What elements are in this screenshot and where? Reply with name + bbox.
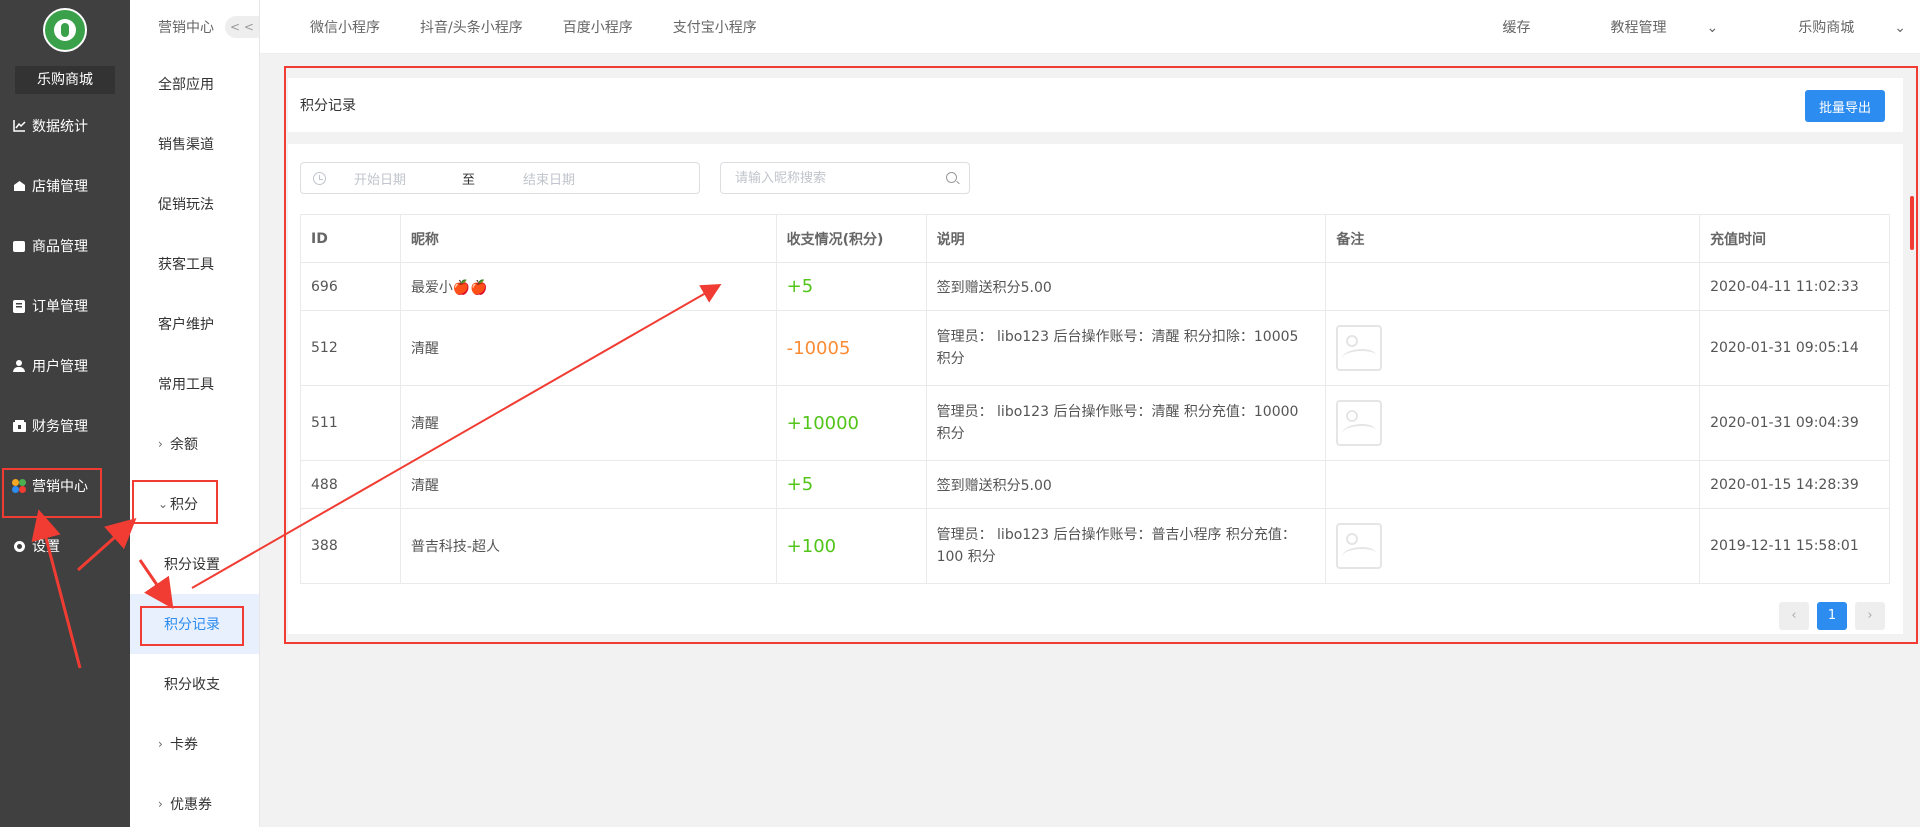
chevron-right-icon: › [158, 797, 163, 811]
chart-icon [12, 119, 26, 133]
subnav-points-ledger[interactable]: 积分收支 [130, 654, 259, 714]
sidebar-item-data-stats[interactable]: 数据统计 [0, 96, 130, 156]
shop-menu[interactable]: 乐购商城 ⌄ [1758, 17, 1906, 37]
subnav-label: 全部应用 [158, 77, 214, 93]
chevron-right-icon: › [158, 437, 163, 451]
secondary-sidebar-title: 营销中心 [158, 20, 214, 36]
sidebar-item-label: 用户管理 [32, 359, 88, 375]
subnav-label: 获客工具 [158, 257, 214, 273]
subnav-label: 促销玩法 [158, 197, 214, 213]
sidebar-item-label: 店铺管理 [32, 179, 88, 195]
sidebar-item-goods[interactable]: 商品管理 [0, 216, 130, 276]
subnav-points-settings[interactable]: 积分设置 [130, 534, 259, 594]
top-bar: 微信小程序 抖音/头条小程序 百度小程序 支付宝小程序 缓存 教程管理 ⌄ 乐购商… [260, 0, 1920, 54]
subnav-label: 积分设置 [164, 557, 220, 573]
annotation-box-records-panel [284, 66, 1918, 644]
scroll-indicator [1910, 196, 1914, 250]
store-icon [12, 179, 26, 193]
sidebar-item-label: 订单管理 [32, 299, 88, 315]
subnav-sales-channel[interactable]: 销售渠道 [130, 114, 259, 174]
subnav-coupons[interactable]: › 优惠券 [130, 774, 259, 827]
subnav-balance[interactable]: › 余额 [130, 414, 259, 474]
sidebar-item-store[interactable]: 店铺管理 [0, 156, 130, 216]
user-icon [12, 359, 26, 373]
subnav-label: 优惠券 [170, 797, 212, 813]
top-bar-actions: 缓存 教程管理 ⌄ 乐购商城 ⌄ [1463, 0, 1906, 54]
chevron-down-icon: ⌄ [1894, 20, 1906, 36]
tab-baidu-miniprogram[interactable]: 百度小程序 [563, 17, 633, 37]
gear-icon [12, 539, 26, 553]
main-sidebar: 乐购商城 数据统计 店铺管理 商品管理 订单管理 用户管理 财务管理 营销中心 … [0, 0, 130, 827]
sidebar-item-label: 数据统计 [32, 119, 88, 135]
finance-icon [12, 419, 26, 433]
sidebar-item-settings[interactable]: 设置 [0, 516, 130, 576]
goods-icon [12, 239, 26, 253]
subnav-label: 积分收支 [164, 677, 220, 693]
tab-alipay-miniprogram[interactable]: 支付宝小程序 [673, 17, 757, 37]
subnav-label: 客户维护 [158, 317, 214, 333]
chevron-right-icon: › [158, 737, 163, 751]
shop-logo[interactable] [43, 8, 87, 52]
subnav-customer-care[interactable]: 客户维护 [130, 294, 259, 354]
sidebar-item-users[interactable]: 用户管理 [0, 336, 130, 396]
tutorial-menu[interactable]: 教程管理 ⌄ [1571, 17, 1719, 37]
subnav-label: 卡券 [170, 737, 198, 753]
subnav-acquisition-tools[interactable]: 获客工具 [130, 234, 259, 294]
sidebar-item-label: 商品管理 [32, 239, 88, 255]
tab-wechat-miniprogram[interactable]: 微信小程序 [310, 17, 380, 37]
annotation-box-marketing [2, 468, 102, 518]
secondary-sidebar: 营销中心 < < 全部应用 销售渠道 促销玩法 获客工具 客户维护 常用工具 ›… [130, 0, 260, 827]
platform-tabs: 微信小程序 抖音/头条小程序 百度小程序 支付宝小程序 [310, 0, 797, 54]
shop-menu-label: 乐购商城 [1798, 20, 1855, 36]
sidebar-item-label: 设置 [32, 539, 60, 555]
app-root: 乐购商城 数据统计 店铺管理 商品管理 订单管理 用户管理 财务管理 营销中心 … [0, 0, 1920, 827]
subnav-label: 常用工具 [158, 377, 214, 393]
collapse-button[interactable]: < < [225, 16, 259, 38]
brand: 乐购商城 [0, 0, 130, 96]
subnav-label: 余额 [170, 437, 198, 453]
tab-douyin-miniprogram[interactable]: 抖音/头条小程序 [420, 17, 523, 37]
shop-name[interactable]: 乐购商城 [15, 66, 115, 94]
sidebar-item-orders[interactable]: 订单管理 [0, 276, 130, 336]
subnav-promotion[interactable]: 促销玩法 [130, 174, 259, 234]
sidebar-item-finance[interactable]: 财务管理 [0, 396, 130, 456]
subnav-cards[interactable]: › 卡券 [130, 714, 259, 774]
annotation-box-points-records [140, 606, 244, 646]
annotation-box-points [132, 480, 218, 524]
subnav-label: 销售渠道 [158, 137, 214, 153]
tutorial-menu-label: 教程管理 [1610, 20, 1667, 36]
cache-link[interactable]: 缓存 [1503, 17, 1531, 37]
sidebar-item-label: 财务管理 [32, 419, 88, 435]
subnav-all-apps[interactable]: 全部应用 [130, 54, 259, 114]
chevron-down-icon: ⌄ [1706, 20, 1719, 36]
subnav-common-tools[interactable]: 常用工具 [130, 354, 259, 414]
secondary-sidebar-header: 营销中心 < < [130, 0, 259, 54]
order-icon [12, 299, 26, 313]
